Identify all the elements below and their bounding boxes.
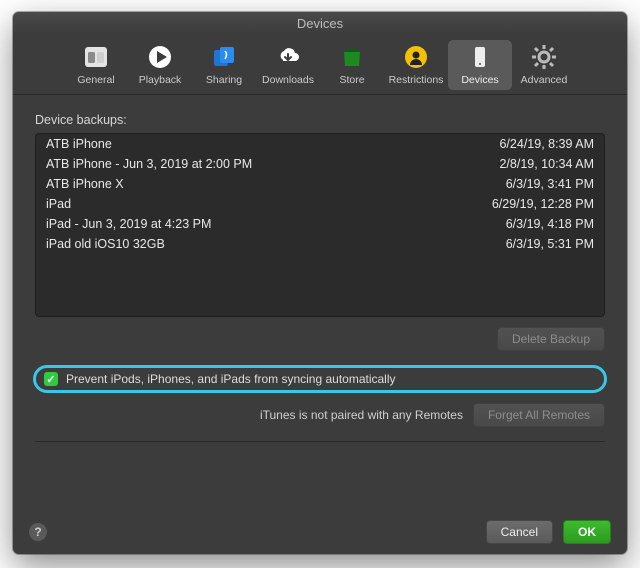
table-row[interactable]: ATB iPhone X 6/3/19, 3:41 PM <box>36 174 604 194</box>
bag-icon <box>339 44 365 70</box>
backup-name: iPad <box>46 197 71 211</box>
table-row[interactable]: ATB iPhone - Jun 3, 2019 at 2:00 PM 2/8/1… <box>36 154 604 174</box>
play-icon <box>147 44 173 70</box>
content-area: Device backups: ATB iPhone 6/24/19, 8:39 … <box>13 95 627 442</box>
restrictions-icon <box>403 44 429 70</box>
ok-button[interactable]: OK <box>563 520 611 544</box>
tab-sharing[interactable]: Sharing <box>192 40 256 90</box>
tab-label: Sharing <box>206 74 242 86</box>
tab-restrictions[interactable]: Restrictions <box>384 40 448 90</box>
forget-remotes-button[interactable]: Forget All Remotes <box>473 403 605 427</box>
device-icon <box>467 44 493 70</box>
tab-label: Store <box>339 74 364 86</box>
backup-date: 2/8/19, 10:34 AM <box>499 157 594 171</box>
backups-list[interactable]: ATB iPhone 6/24/19, 8:39 AM ATB iPhone - … <box>35 133 605 317</box>
preferences-window: Devices General Playback Sharing Downloa… <box>13 12 627 554</box>
tab-general[interactable]: General <box>64 40 128 90</box>
delete-backup-button[interactable]: Delete Backup <box>497 327 605 351</box>
tab-label: Downloads <box>262 74 314 86</box>
cloud-download-icon <box>275 44 301 70</box>
prevent-sync-row: ✓ Prevent iPods, iPhones, and iPads from… <box>33 365 607 393</box>
remotes-status: iTunes is not paired with any Remotes <box>260 408 463 422</box>
titlebar: Devices <box>13 12 627 34</box>
table-row[interactable]: ATB iPhone 6/24/19, 8:39 AM <box>36 134 604 154</box>
cancel-button[interactable]: Cancel <box>486 520 553 544</box>
prevent-sync-checkbox[interactable]: ✓ <box>44 372 58 386</box>
sharing-icon <box>211 44 237 70</box>
tab-downloads[interactable]: Downloads <box>256 40 320 90</box>
tab-label: Devices <box>461 74 498 86</box>
tab-devices[interactable]: Devices <box>448 40 512 90</box>
backup-name: ATB iPhone <box>46 137 112 151</box>
separator <box>35 441 605 442</box>
preferences-toolbar: General Playback Sharing Downloads Store… <box>13 34 627 95</box>
table-row[interactable]: iPad old iOS10 32GB 6/3/19, 5:31 PM <box>36 234 604 254</box>
tab-playback[interactable]: Playback <box>128 40 192 90</box>
backup-date: 6/3/19, 3:41 PM <box>506 177 594 191</box>
window-title: Devices <box>297 16 343 31</box>
backup-name: iPad old iOS10 32GB <box>46 237 165 251</box>
backup-date: 6/29/19, 12:28 PM <box>492 197 594 211</box>
backups-heading: Device backups: <box>35 113 605 127</box>
gear-icon <box>531 44 557 70</box>
prevent-sync-label: Prevent iPods, iPhones, and iPads from s… <box>66 372 396 386</box>
backup-date: 6/3/19, 4:18 PM <box>506 217 594 231</box>
backup-name: ATB iPhone X <box>46 177 124 191</box>
table-row[interactable]: iPad - Jun 3, 2019 at 4:23 PM 6/3/19, 4:1… <box>36 214 604 234</box>
backup-name: ATB iPhone - Jun 3, 2019 at 2:00 PM <box>46 157 252 171</box>
tab-label: Playback <box>139 74 182 86</box>
footer: ? Cancel OK <box>13 510 627 554</box>
table-row[interactable]: iPad 6/29/19, 12:28 PM <box>36 194 604 214</box>
tab-advanced[interactable]: Advanced <box>512 40 576 90</box>
backup-date: 6/3/19, 5:31 PM <box>506 237 594 251</box>
tab-store[interactable]: Store <box>320 40 384 90</box>
tab-label: Advanced <box>521 74 568 86</box>
switch-icon <box>83 44 109 70</box>
help-button[interactable]: ? <box>29 523 47 541</box>
backup-name: iPad - Jun 3, 2019 at 4:23 PM <box>46 217 211 231</box>
tab-label: General <box>77 74 114 86</box>
tab-label: Restrictions <box>389 74 444 86</box>
backup-date: 6/24/19, 8:39 AM <box>499 137 594 151</box>
